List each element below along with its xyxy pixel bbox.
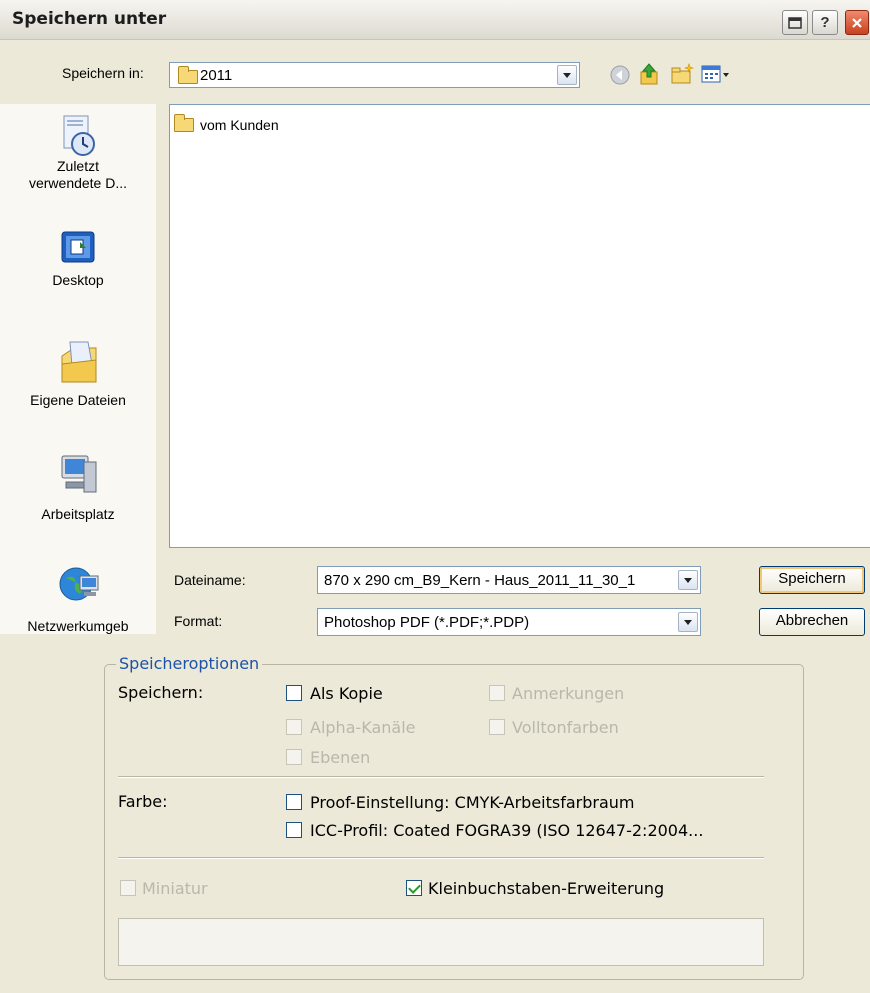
folder-icon (174, 114, 194, 132)
layers-label: Ebenen (310, 748, 371, 767)
my-computer-icon (58, 450, 98, 502)
list-item[interactable]: vom Kunden (174, 114, 279, 133)
place-desktop[interactable]: Desktop (0, 228, 156, 289)
up-folder-icon (640, 63, 658, 85)
close-icon (852, 17, 862, 28)
format-dropdown[interactable]: Photoshop PDF (*.PDF;*.PDP) (317, 608, 701, 636)
save-in-dropdown[interactable]: 2011 (169, 62, 580, 88)
restore-icon (788, 16, 802, 29)
annotations-label: Anmerkungen (512, 684, 625, 703)
as-copy-checkbox[interactable] (286, 685, 302, 701)
save-options-label: Speichern: (118, 683, 204, 702)
place-my-computer-label: Arbeitsplatz (41, 506, 115, 522)
save-options-legend: Speicheroptionen (116, 654, 263, 673)
view-menu-button[interactable] (700, 63, 732, 85)
proof-setup-checkbox[interactable] (286, 794, 302, 810)
network-icon (58, 560, 99, 614)
filename-value: 870 x 290 cm_B9_Kern - Haus_2011_11_30_1 (324, 572, 636, 589)
save-in-label: Speichern in: (62, 65, 144, 81)
close-button[interactable] (845, 10, 869, 35)
my-documents-icon (58, 336, 98, 388)
place-desktop-label: Desktop (52, 272, 104, 288)
icc-profile-checkbox[interactable] (286, 822, 302, 838)
restore-button[interactable] (782, 10, 808, 35)
recent-icon (58, 114, 98, 156)
file-list[interactable]: vom Kunden (169, 104, 870, 548)
place-my-documents-label: Eigene Dateien (30, 392, 126, 408)
chevron-down-icon[interactable] (557, 65, 577, 85)
help-icon: ? (820, 14, 830, 31)
places-bar: Zuletzt verwendete D... Desktop Eigene D… (0, 104, 156, 634)
back-icon (610, 65, 630, 85)
format-label: Format: (174, 613, 223, 629)
place-network-label: Netzwerkumgeb (27, 618, 129, 634)
save-button[interactable]: Speichern (759, 566, 865, 594)
desktop-icon (58, 228, 98, 268)
icc-profile-label: ICC-Profil: Coated FOGRA39 (ISO 12647-2:… (310, 821, 704, 840)
warning-message-box (118, 918, 764, 966)
cancel-button[interactable]: Abbrechen (759, 608, 865, 636)
filename-label: Dateiname: (174, 572, 246, 588)
place-recent-label: Zuletzt verwendete D... (28, 158, 128, 191)
new-folder-button[interactable] (670, 63, 694, 85)
view-menu-icon (701, 65, 729, 83)
divider (118, 776, 764, 778)
place-my-computer[interactable]: Arbeitsplatz (0, 450, 156, 523)
filename-input[interactable]: 870 x 290 cm_B9_Kern - Haus_2011_11_30_1 (317, 566, 701, 594)
folder-icon (178, 66, 198, 84)
save-in-value: 2011 (200, 67, 233, 84)
place-recent[interactable]: Zuletzt verwendete D... (0, 114, 156, 192)
file-name: vom Kunden (200, 117, 279, 133)
chevron-down-icon[interactable] (678, 612, 698, 632)
place-my-documents[interactable]: Eigene Dateien (0, 336, 156, 409)
thumbnail-checkbox (120, 880, 136, 896)
color-label: Farbe: (118, 792, 168, 811)
thumbnail-label: Miniatur (142, 879, 208, 898)
annotations-checkbox (489, 685, 505, 701)
format-value: Photoshop PDF (*.PDF;*.PDP) (324, 614, 530, 631)
divider (118, 857, 764, 859)
layers-checkbox (286, 749, 302, 765)
window-title: Speichern unter (12, 9, 167, 29)
lowercase-extension-checkbox[interactable] (406, 880, 422, 896)
help-button[interactable]: ? (812, 10, 838, 35)
chevron-down-icon[interactable] (678, 570, 698, 590)
spot-colors-label: Volltonfarben (512, 718, 619, 737)
new-folder-icon (671, 63, 694, 84)
place-network[interactable]: Netzwerkumgeb (0, 560, 156, 635)
as-copy-label: Als Kopie (310, 684, 383, 703)
alpha-channels-checkbox (286, 719, 302, 735)
alpha-channels-label: Alpha-Kanäle (310, 718, 416, 737)
proof-setup-label: Proof-Einstellung: CMYK-Arbeitsfarbraum (310, 793, 635, 812)
up-folder-button[interactable] (638, 62, 660, 85)
back-button[interactable] (609, 64, 631, 86)
spot-colors-checkbox (489, 719, 505, 735)
lowercase-extension-label: Kleinbuchstaben-Erweiterung (428, 879, 665, 898)
